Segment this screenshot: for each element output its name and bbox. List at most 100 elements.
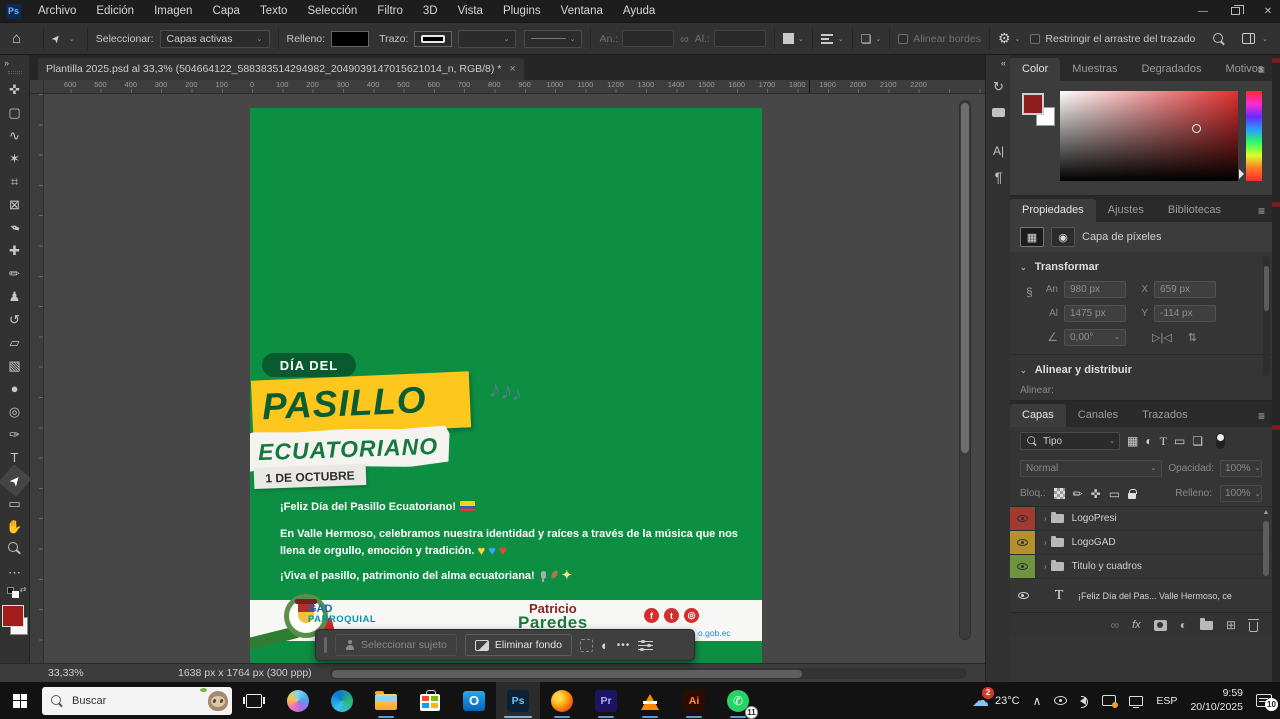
start-button[interactable]	[0, 682, 40, 719]
filter-toggle[interactable]	[1216, 433, 1225, 449]
document-tab[interactable]: Plantilla 2025.psd al 33,3% (504664122_5…	[38, 58, 524, 80]
path-arrangement-icon[interactable]: ❏	[861, 32, 872, 46]
zoom-level-field[interactable]: 33,33%	[48, 667, 118, 679]
link-layers-icon[interactable]: ∞	[1111, 618, 1120, 632]
select-subject-button[interactable]: Seleccionar sujeto	[335, 634, 457, 656]
eyedropper-tool-icon[interactable]: ✒	[0, 213, 30, 243]
toolbar-collapse-icon[interactable]: »	[4, 58, 9, 68]
vertical-ruler[interactable]	[30, 94, 44, 663]
weather-widget[interactable]: ☁ 2 23°C	[972, 691, 1020, 711]
menu-item-filtro[interactable]: Filtro	[368, 2, 412, 20]
properties-scrollbar[interactable]	[1263, 256, 1270, 376]
horizontal-scrollbar[interactable]	[330, 668, 967, 679]
foreground-background-swatches[interactable]	[0, 605, 30, 639]
x-field[interactable]: 659 px	[1154, 281, 1216, 298]
visibility-eye-icon[interactable]	[1010, 507, 1036, 530]
panel-menu-icon[interactable]: ≡	[1258, 63, 1264, 77]
align-edges-checkbox[interactable]	[898, 34, 908, 44]
crop-tool-icon[interactable]: ⌗	[3, 170, 27, 193]
paragraph-panel-icon[interactable]: ¶	[989, 167, 1008, 186]
height-field[interactable]	[714, 30, 766, 47]
tray-oval-icon[interactable]	[1054, 696, 1067, 705]
link-dimensions-icon[interactable]: ∞	[680, 32, 689, 46]
blend-mode-dropdown[interactable]: Normal⌄	[1020, 460, 1162, 477]
pen-tool-icon[interactable]: ✑	[3, 423, 27, 446]
workspace-switcher[interactable]: ⌄	[1242, 33, 1268, 44]
edge-icon[interactable]	[320, 682, 364, 719]
tool-preset-button[interactable]: ➤⌄	[52, 33, 75, 45]
lock-position-icon[interactable]: ✜	[1091, 487, 1101, 501]
input-indicator-icon[interactable]	[1102, 695, 1116, 706]
filter-pixel-icon[interactable]: ▦	[1127, 434, 1138, 448]
gear-icon[interactable]: ⚙	[998, 30, 1011, 47]
language-indicator[interactable]: ESP	[1156, 695, 1177, 707]
color-cursor[interactable]	[1192, 124, 1201, 133]
network-display-icon[interactable]	[1129, 696, 1143, 706]
eraser-tool-icon[interactable]: ▱	[3, 331, 27, 354]
notification-center-icon[interactable]: 10	[1256, 694, 1272, 707]
fill-swatch[interactable]	[331, 31, 369, 47]
outlook-icon[interactable]: O	[452, 682, 496, 719]
layer-filter-dropdown[interactable]: Tipo ⌄	[1020, 432, 1120, 450]
pixel-layer-icon[interactable]: ▦	[1020, 227, 1044, 247]
menu-item-selección[interactable]: Selección	[298, 2, 366, 20]
dodge-tool-icon[interactable]: ◎	[3, 400, 27, 423]
history-brush-tool-icon[interactable]: ↺	[3, 308, 27, 331]
delete-layer-icon[interactable]	[1249, 619, 1258, 632]
flip-horizontal-icon[interactable]: ▷|◁	[1152, 331, 1172, 344]
rectangle-tool-icon[interactable]: ▭	[3, 492, 27, 515]
saturation-field[interactable]	[1060, 91, 1238, 181]
horizontal-ruler[interactable]: 6005004003002001000100200300400500600700…	[30, 80, 985, 94]
menu-item-archivo[interactable]: Archivo	[29, 2, 85, 20]
layers-scrollbar-thumb[interactable]	[1263, 521, 1269, 576]
visibility-eye-icon[interactable]	[1010, 531, 1036, 554]
menu-item-edición[interactable]: Edición	[87, 2, 143, 20]
layer-effects-icon[interactable]: fx	[1132, 619, 1141, 631]
lock-pixels-icon[interactable]: ✏	[1073, 487, 1083, 501]
firefox-icon[interactable]	[540, 682, 584, 719]
menu-item-ventana[interactable]: Ventana	[552, 2, 612, 20]
filter-shape-icon[interactable]: ▭	[1174, 434, 1185, 448]
foreground-color-swatch[interactable]	[2, 605, 24, 627]
minimize-button[interactable]: —	[1197, 6, 1209, 17]
group-chevron-icon[interactable]: ›	[1044, 514, 1047, 523]
illustrator-icon[interactable]: Ai	[672, 682, 716, 719]
group-chevron-icon[interactable]: ›	[1044, 538, 1047, 547]
toolbar-grip[interactable]	[8, 71, 22, 74]
tab-bibliotecas[interactable]: Bibliotecas	[1156, 199, 1233, 222]
panel-menu-icon[interactable]: ≡	[1258, 204, 1264, 218]
angle-field[interactable]: 0,00°⌄	[1064, 329, 1126, 346]
whatsapp-icon[interactable]: ✆11	[716, 682, 760, 719]
filter-type-icon[interactable]: T	[1160, 434, 1167, 449]
properties-icon[interactable]	[638, 640, 653, 651]
close-button[interactable]: ✕	[1262, 6, 1274, 17]
tab-degradados[interactable]: Degradados	[1130, 58, 1214, 81]
document-canvas[interactable]: DÍA DEL PASILLO ♪♪♪ ECUATORIANO 1 DE OCT…	[250, 108, 762, 663]
tab-trazados[interactable]: Trazados	[1130, 404, 1199, 427]
history-panel-icon[interactable]: ↻	[989, 77, 1008, 96]
copilot-icon[interactable]	[276, 682, 320, 719]
layer-row-text[interactable]: T ¡Feliz Día del Pas... Valle Hermoso, c…	[1010, 579, 1272, 613]
horizontal-scrollbar-thumb[interactable]	[332, 670, 802, 678]
constrain-path-checkbox[interactable]	[1030, 34, 1040, 44]
menu-item-capa[interactable]: Capa	[203, 2, 249, 20]
file-explorer-icon[interactable]	[364, 682, 408, 719]
expand-panels-icon[interactable]: «	[1001, 58, 1006, 68]
frame-tool-icon[interactable]: ⊠	[3, 193, 27, 216]
menu-item-plugins[interactable]: Plugins	[494, 2, 550, 20]
lock-artboard-icon[interactable]: ▭	[1109, 487, 1120, 501]
zoom-tool-icon[interactable]	[3, 538, 27, 561]
panel-menu-icon[interactable]: ≡	[1258, 409, 1264, 423]
layer-row-logogad[interactable]: › LogoGAD	[1010, 531, 1272, 555]
transform-section-header[interactable]: ⌄ Transformar	[1010, 252, 1272, 277]
width-field[interactable]	[622, 30, 674, 47]
opacity-field[interactable]: 100%⌄	[1220, 460, 1262, 477]
tab-canales[interactable]: Canales	[1066, 404, 1130, 427]
remove-background-button[interactable]: Eliminar fondo	[465, 634, 572, 656]
new-group-icon[interactable]	[1200, 621, 1213, 630]
adjustment-icon[interactable]: ◐	[601, 638, 609, 653]
taskbar-grip[interactable]	[324, 637, 327, 653]
filter-smart-object-icon[interactable]: ❏	[1192, 434, 1203, 448]
layer-row-titulo[interactable]: › Titulo y cuadros	[1010, 555, 1272, 579]
path-alignment-icon[interactable]	[821, 33, 834, 45]
